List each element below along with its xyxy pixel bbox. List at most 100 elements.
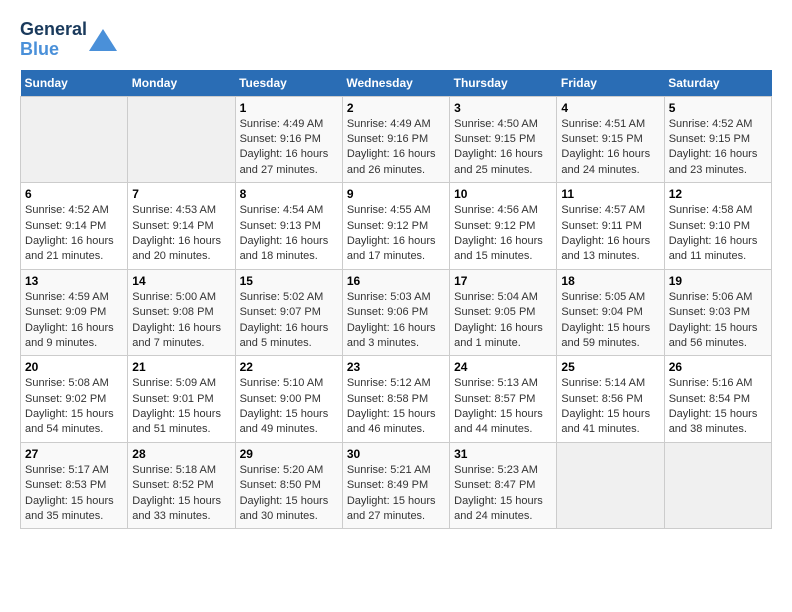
calendar-cell: 3 Sunrise: 4:50 AM Sunset: 9:15 PM Daylig… — [450, 96, 557, 183]
day-info: Sunrise: 5:13 AM Sunset: 8:57 PM Dayligh… — [454, 376, 552, 438]
day-info: Sunrise: 5:17 AM Sunset: 8:53 PM Dayligh… — [25, 463, 123, 525]
day-number: 20 — [25, 360, 123, 374]
day-info: Sunrise: 5:14 AM Sunset: 8:56 PM Dayligh… — [561, 376, 659, 438]
day-number: 21 — [132, 360, 230, 374]
calendar-cell: 30 Sunrise: 5:21 AM Sunset: 8:49 PM Dayli… — [342, 442, 449, 529]
day-info: Sunrise: 4:51 AM Sunset: 9:15 PM Dayligh… — [561, 117, 659, 179]
calendar-cell: 16 Sunrise: 5:03 AM Sunset: 9:06 PM Dayli… — [342, 269, 449, 356]
day-info: Sunrise: 5:20 AM Sunset: 8:50 PM Dayligh… — [240, 463, 338, 525]
day-number: 28 — [132, 447, 230, 461]
day-number: 25 — [561, 360, 659, 374]
day-number: 17 — [454, 274, 552, 288]
calendar-cell: 9 Sunrise: 4:55 AM Sunset: 9:12 PM Daylig… — [342, 183, 449, 270]
calendar-cell: 22Sunrise: 5:10 AM Sunset: 9:00 PM Dayli… — [235, 356, 342, 443]
calendar-cell — [21, 96, 128, 183]
day-number: 9 — [347, 187, 445, 201]
calendar-body: 1 Sunrise: 4:49 AM Sunset: 9:16 PM Daylig… — [21, 96, 772, 529]
day-info: Sunrise: 4:49 AM Sunset: 9:16 PM Dayligh… — [347, 117, 445, 179]
day-info: Sunrise: 5:03 AM Sunset: 9:06 PM Dayligh… — [347, 290, 445, 352]
column-header-monday: Monday — [128, 70, 235, 97]
calendar-cell: 27 Sunrise: 5:17 AM Sunset: 8:53 PM Dayli… — [21, 442, 128, 529]
day-info: Sunrise: 4:56 AM Sunset: 9:12 PM Dayligh… — [454, 203, 552, 265]
day-number: 23 — [347, 360, 445, 374]
day-info: Sunrise: 4:50 AM Sunset: 9:15 PM Dayligh… — [454, 117, 552, 179]
day-info: Sunrise: 4:57 AM Sunset: 9:11 PM Dayligh… — [561, 203, 659, 265]
calendar-cell: 8Sunrise: 4:54 AM Sunset: 9:13 PM Daylig… — [235, 183, 342, 270]
day-info: Sunrise: 5:04 AM Sunset: 9:05 PM Dayligh… — [454, 290, 552, 352]
day-number: 24 — [454, 360, 552, 374]
column-header-sunday: Sunday — [21, 70, 128, 97]
day-info: Sunrise: 5:16 AM Sunset: 8:54 PM Dayligh… — [669, 376, 767, 438]
column-header-tuesday: Tuesday — [235, 70, 342, 97]
calendar-cell: 31 Sunrise: 5:23 AM Sunset: 8:47 PM Dayli… — [450, 442, 557, 529]
calendar-week-5: 27 Sunrise: 5:17 AM Sunset: 8:53 PM Dayli… — [21, 442, 772, 529]
calendar-cell: 1 Sunrise: 4:49 AM Sunset: 9:16 PM Daylig… — [235, 96, 342, 183]
day-number: 12 — [669, 187, 767, 201]
logo: GeneralBlue — [20, 20, 117, 60]
day-number: 11 — [561, 187, 659, 201]
day-info: Sunrise: 5:02 AM Sunset: 9:07 PM Dayligh… — [240, 290, 338, 352]
calendar-cell: 15 Sunrise: 5:02 AM Sunset: 9:07 PM Dayli… — [235, 269, 342, 356]
calendar-cell: 13Sunrise: 4:59 AM Sunset: 9:09 PM Dayli… — [21, 269, 128, 356]
day-info: Sunrise: 4:52 AM Sunset: 9:14 PM Dayligh… — [25, 203, 123, 265]
day-info: Sunrise: 4:58 AM Sunset: 9:10 PM Dayligh… — [669, 203, 767, 265]
calendar-week-4: 20 Sunrise: 5:08 AM Sunset: 9:02 PM Dayli… — [21, 356, 772, 443]
day-info: Sunrise: 5:05 AM Sunset: 9:04 PM Dayligh… — [561, 290, 659, 352]
day-number: 22 — [240, 360, 338, 374]
day-info: Sunrise: 5:23 AM Sunset: 8:47 PM Dayligh… — [454, 463, 552, 525]
column-header-saturday: Saturday — [664, 70, 771, 97]
day-number: 6 — [25, 187, 123, 201]
day-number: 18 — [561, 274, 659, 288]
day-number: 27 — [25, 447, 123, 461]
calendar-cell: 5 Sunrise: 4:52 AM Sunset: 9:15 PM Daylig… — [664, 96, 771, 183]
day-number: 15 — [240, 274, 338, 288]
day-info: Sunrise: 4:59 AM Sunset: 9:09 PM Dayligh… — [25, 290, 123, 352]
calendar-cell: 18 Sunrise: 5:05 AM Sunset: 9:04 PM Dayli… — [557, 269, 664, 356]
calendar-cell: 28 Sunrise: 5:18 AM Sunset: 8:52 PM Dayli… — [128, 442, 235, 529]
calendar-cell: 4 Sunrise: 4:51 AM Sunset: 9:15 PM Daylig… — [557, 96, 664, 183]
calendar-cell — [664, 442, 771, 529]
calendar-week-3: 13Sunrise: 4:59 AM Sunset: 9:09 PM Dayli… — [21, 269, 772, 356]
calendar-cell: 19Sunrise: 5:06 AM Sunset: 9:03 PM Dayli… — [664, 269, 771, 356]
day-info: Sunrise: 5:00 AM Sunset: 9:08 PM Dayligh… — [132, 290, 230, 352]
calendar-cell: 6 Sunrise: 4:52 AM Sunset: 9:14 PM Daylig… — [21, 183, 128, 270]
day-number: 7 — [132, 187, 230, 201]
day-info: Sunrise: 5:21 AM Sunset: 8:49 PM Dayligh… — [347, 463, 445, 525]
page-header: GeneralBlue — [20, 20, 772, 60]
day-info: Sunrise: 4:54 AM Sunset: 9:13 PM Dayligh… — [240, 203, 338, 265]
calendar-cell: 26 Sunrise: 5:16 AM Sunset: 8:54 PM Dayli… — [664, 356, 771, 443]
day-info: Sunrise: 5:18 AM Sunset: 8:52 PM Dayligh… — [132, 463, 230, 525]
day-number: 31 — [454, 447, 552, 461]
day-info: Sunrise: 4:49 AM Sunset: 9:16 PM Dayligh… — [240, 117, 338, 179]
day-number: 1 — [240, 101, 338, 115]
day-info: Sunrise: 4:53 AM Sunset: 9:14 PM Dayligh… — [132, 203, 230, 265]
logo-icon — [89, 29, 117, 51]
day-number: 26 — [669, 360, 767, 374]
calendar-week-2: 6 Sunrise: 4:52 AM Sunset: 9:14 PM Daylig… — [21, 183, 772, 270]
calendar-cell: 11 Sunrise: 4:57 AM Sunset: 9:11 PM Dayli… — [557, 183, 664, 270]
calendar-cell: 10 Sunrise: 4:56 AM Sunset: 9:12 PM Dayli… — [450, 183, 557, 270]
calendar-cell: 24 Sunrise: 5:13 AM Sunset: 8:57 PM Dayli… — [450, 356, 557, 443]
column-header-wednesday: Wednesday — [342, 70, 449, 97]
calendar-cell: 12 Sunrise: 4:58 AM Sunset: 9:10 PM Dayli… — [664, 183, 771, 270]
day-number: 10 — [454, 187, 552, 201]
calendar-cell: 7 Sunrise: 4:53 AM Sunset: 9:14 PM Daylig… — [128, 183, 235, 270]
day-number: 14 — [132, 274, 230, 288]
day-number: 4 — [561, 101, 659, 115]
day-info: Sunrise: 4:55 AM Sunset: 9:12 PM Dayligh… — [347, 203, 445, 265]
day-info: Sunrise: 4:52 AM Sunset: 9:15 PM Dayligh… — [669, 117, 767, 179]
calendar-cell: 17 Sunrise: 5:04 AM Sunset: 9:05 PM Dayli… — [450, 269, 557, 356]
column-header-thursday: Thursday — [450, 70, 557, 97]
day-number: 5 — [669, 101, 767, 115]
calendar-cell: 25 Sunrise: 5:14 AM Sunset: 8:56 PM Dayli… — [557, 356, 664, 443]
day-number: 3 — [454, 101, 552, 115]
calendar-table: SundayMondayTuesdayWednesdayThursdayFrid… — [20, 70, 772, 530]
day-number: 29 — [240, 447, 338, 461]
calendar-cell: 23Sunrise: 5:12 AM Sunset: 8:58 PM Dayli… — [342, 356, 449, 443]
day-info: Sunrise: 5:08 AM Sunset: 9:02 PM Dayligh… — [25, 376, 123, 438]
day-number: 30 — [347, 447, 445, 461]
calendar-cell: 21Sunrise: 5:09 AM Sunset: 9:01 PM Dayli… — [128, 356, 235, 443]
calendar-cell: 14 Sunrise: 5:00 AM Sunset: 9:08 PM Dayli… — [128, 269, 235, 356]
column-header-friday: Friday — [557, 70, 664, 97]
day-number: 16 — [347, 274, 445, 288]
